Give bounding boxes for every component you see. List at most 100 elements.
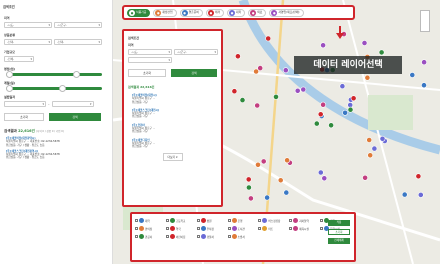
map-marker[interactable] [254,102,261,109]
checkbox[interactable] [227,219,231,222]
checkbox[interactable] [135,219,138,222]
checkbox[interactable] [258,227,262,230]
checkbox[interactable] [196,227,200,230]
map-marker[interactable] [264,194,270,201]
search-button[interactable]: 검색 [49,113,101,121]
map-marker[interactable] [362,174,368,181]
list-item[interactable]: [주] 에코비전(대전광역시) 서울특별시 종로구 ··· 대표번호: 02-12… [6,137,112,147]
checkbox[interactable] [165,219,169,222]
map-marker[interactable] [255,161,261,168]
legend-item[interactable]: 은행 [227,218,259,223]
popup-sido-select[interactable]: -시도- [128,49,172,55]
popup-reset-button[interactable]: 초기화 [128,69,166,77]
map-marker[interactable] [379,135,386,142]
product-select-2[interactable]: -선택- [54,39,102,45]
map-marker[interactable] [409,72,416,78]
checkbox[interactable] [165,227,169,230]
map-marker[interactable] [245,176,252,183]
legend-item[interactable]: 지하철역 [289,218,320,223]
more-button[interactable]: 더보기 ▾ [162,152,183,161]
slider-handle-min[interactable] [6,85,13,92]
reset-legend-button[interactable]: 초기화 [328,229,350,235]
map-marker[interactable] [283,189,290,196]
map-marker[interactable] [300,86,307,93]
list-item[interactable]: [주] 에코스크린(대전광역시) 서울특별시 종로구 ··· 대표번호: 02-1… [6,150,112,160]
checkbox[interactable] [227,227,231,230]
popup-list-item[interactable]: [주] 에코비전(대전시) 서울특별시 종로구 ··· 취급상품: 가구 [132,94,219,104]
layer-tab[interactable]: ● 레저 [205,8,225,17]
layer-tab[interactable]: ● 자영업(제조/판매) [269,8,304,17]
map-marker[interactable] [328,122,334,129]
map-marker[interactable] [247,195,254,202]
popup-list-item[interactable]: [주] 에코스크린(대전시) 서울특별시 종로구 ··· 취급상품: 가구 [132,109,219,119]
map-marker[interactable] [257,65,264,71]
map-marker[interactable] [277,177,284,184]
legend-item[interactable]: 주차장 [196,226,228,231]
zoom-control[interactable] [420,10,430,32]
rate-slider[interactable] [6,71,102,78]
apply-button[interactable]: 적용 [328,220,350,226]
layer-tab[interactable]: ● 의료 [248,8,267,17]
legend-item[interactable]: 병원 [196,218,228,223]
map-marker[interactable] [417,191,424,198]
popup-sigungu-select[interactable]: -시군구- [174,49,218,55]
legend-item[interactable]: 관공서 [135,234,166,239]
map-marker[interactable] [415,173,422,180]
map-marker[interactable] [235,53,241,60]
map-marker[interactable] [347,106,354,113]
layer-tab[interactable]: ● 대학 [227,8,246,17]
popup-list-item[interactable]: [주] 코리아 서울특별시 종로구 ··· 취급상품: 가구 [132,124,219,134]
legend-item[interactable]: 도서관 [227,226,259,231]
map-marker[interactable] [321,175,328,182]
map-marker[interactable] [339,83,346,90]
legend-item[interactable]: 대학 [135,218,166,223]
map-marker[interactable] [361,40,368,46]
map-marker[interactable] [239,97,246,103]
checkbox[interactable] [227,235,231,238]
legend-item[interactable]: 편의점 [135,226,166,231]
sido-select[interactable]: -시도- [4,22,52,28]
map-marker[interactable] [313,120,320,127]
legend-item[interactable]: 버스정류장 [258,218,289,223]
map-marker[interactable] [320,42,326,49]
popup-list-item[interactable]: [주] 에코디자인 서울특별시 종로구 ··· 취급상품: 가구 [132,139,219,149]
slider-handle-min[interactable] [6,71,13,78]
checkbox[interactable] [258,219,262,222]
map-marker[interactable] [367,152,374,159]
slider-handle-max[interactable] [58,85,66,92]
date-from[interactable] [4,101,46,107]
map-marker[interactable] [401,191,408,198]
map-marker[interactable] [284,157,290,164]
checkbox[interactable] [135,227,138,230]
checkbox[interactable] [196,219,200,222]
map-marker[interactable] [245,184,252,191]
checkbox[interactable] [289,227,293,230]
map-marker[interactable] [342,109,348,116]
map-marker[interactable] [282,67,289,74]
reset-button[interactable]: 초기화 [4,113,44,121]
map-marker[interactable] [366,137,373,143]
map-marker[interactable] [320,101,326,108]
map-marker[interactable] [317,111,324,118]
checkbox[interactable] [196,235,200,238]
popup-search-button[interactable]: 검색 [171,69,217,77]
map-marker[interactable] [294,87,301,94]
layer-tab[interactable]: ● 결혼준비 [179,8,203,17]
layer-tab[interactable]: ● 식품가공 [127,8,151,17]
legend-item[interactable]: 경찰서 [196,234,228,239]
legend-item[interactable]: 소방서 [227,234,259,239]
sigungu-select[interactable]: -시군구- [54,22,102,28]
map-marker[interactable] [350,95,357,102]
map-marker[interactable] [273,94,279,100]
product-select-1[interactable]: -선택- [4,39,52,45]
checkbox[interactable] [289,219,293,222]
legend-item[interactable]: 체육시설 [289,226,320,231]
map-marker[interactable] [421,82,427,89]
popup-extra-select[interactable] [128,57,172,63]
legend-item[interactable]: 약국 [165,226,197,231]
slider-handle-max[interactable] [73,71,81,78]
checkbox[interactable] [320,219,324,222]
legend-item[interactable]: 어린이집 [165,234,197,239]
fee-slider[interactable] [6,85,102,92]
map-marker[interactable] [231,88,238,95]
